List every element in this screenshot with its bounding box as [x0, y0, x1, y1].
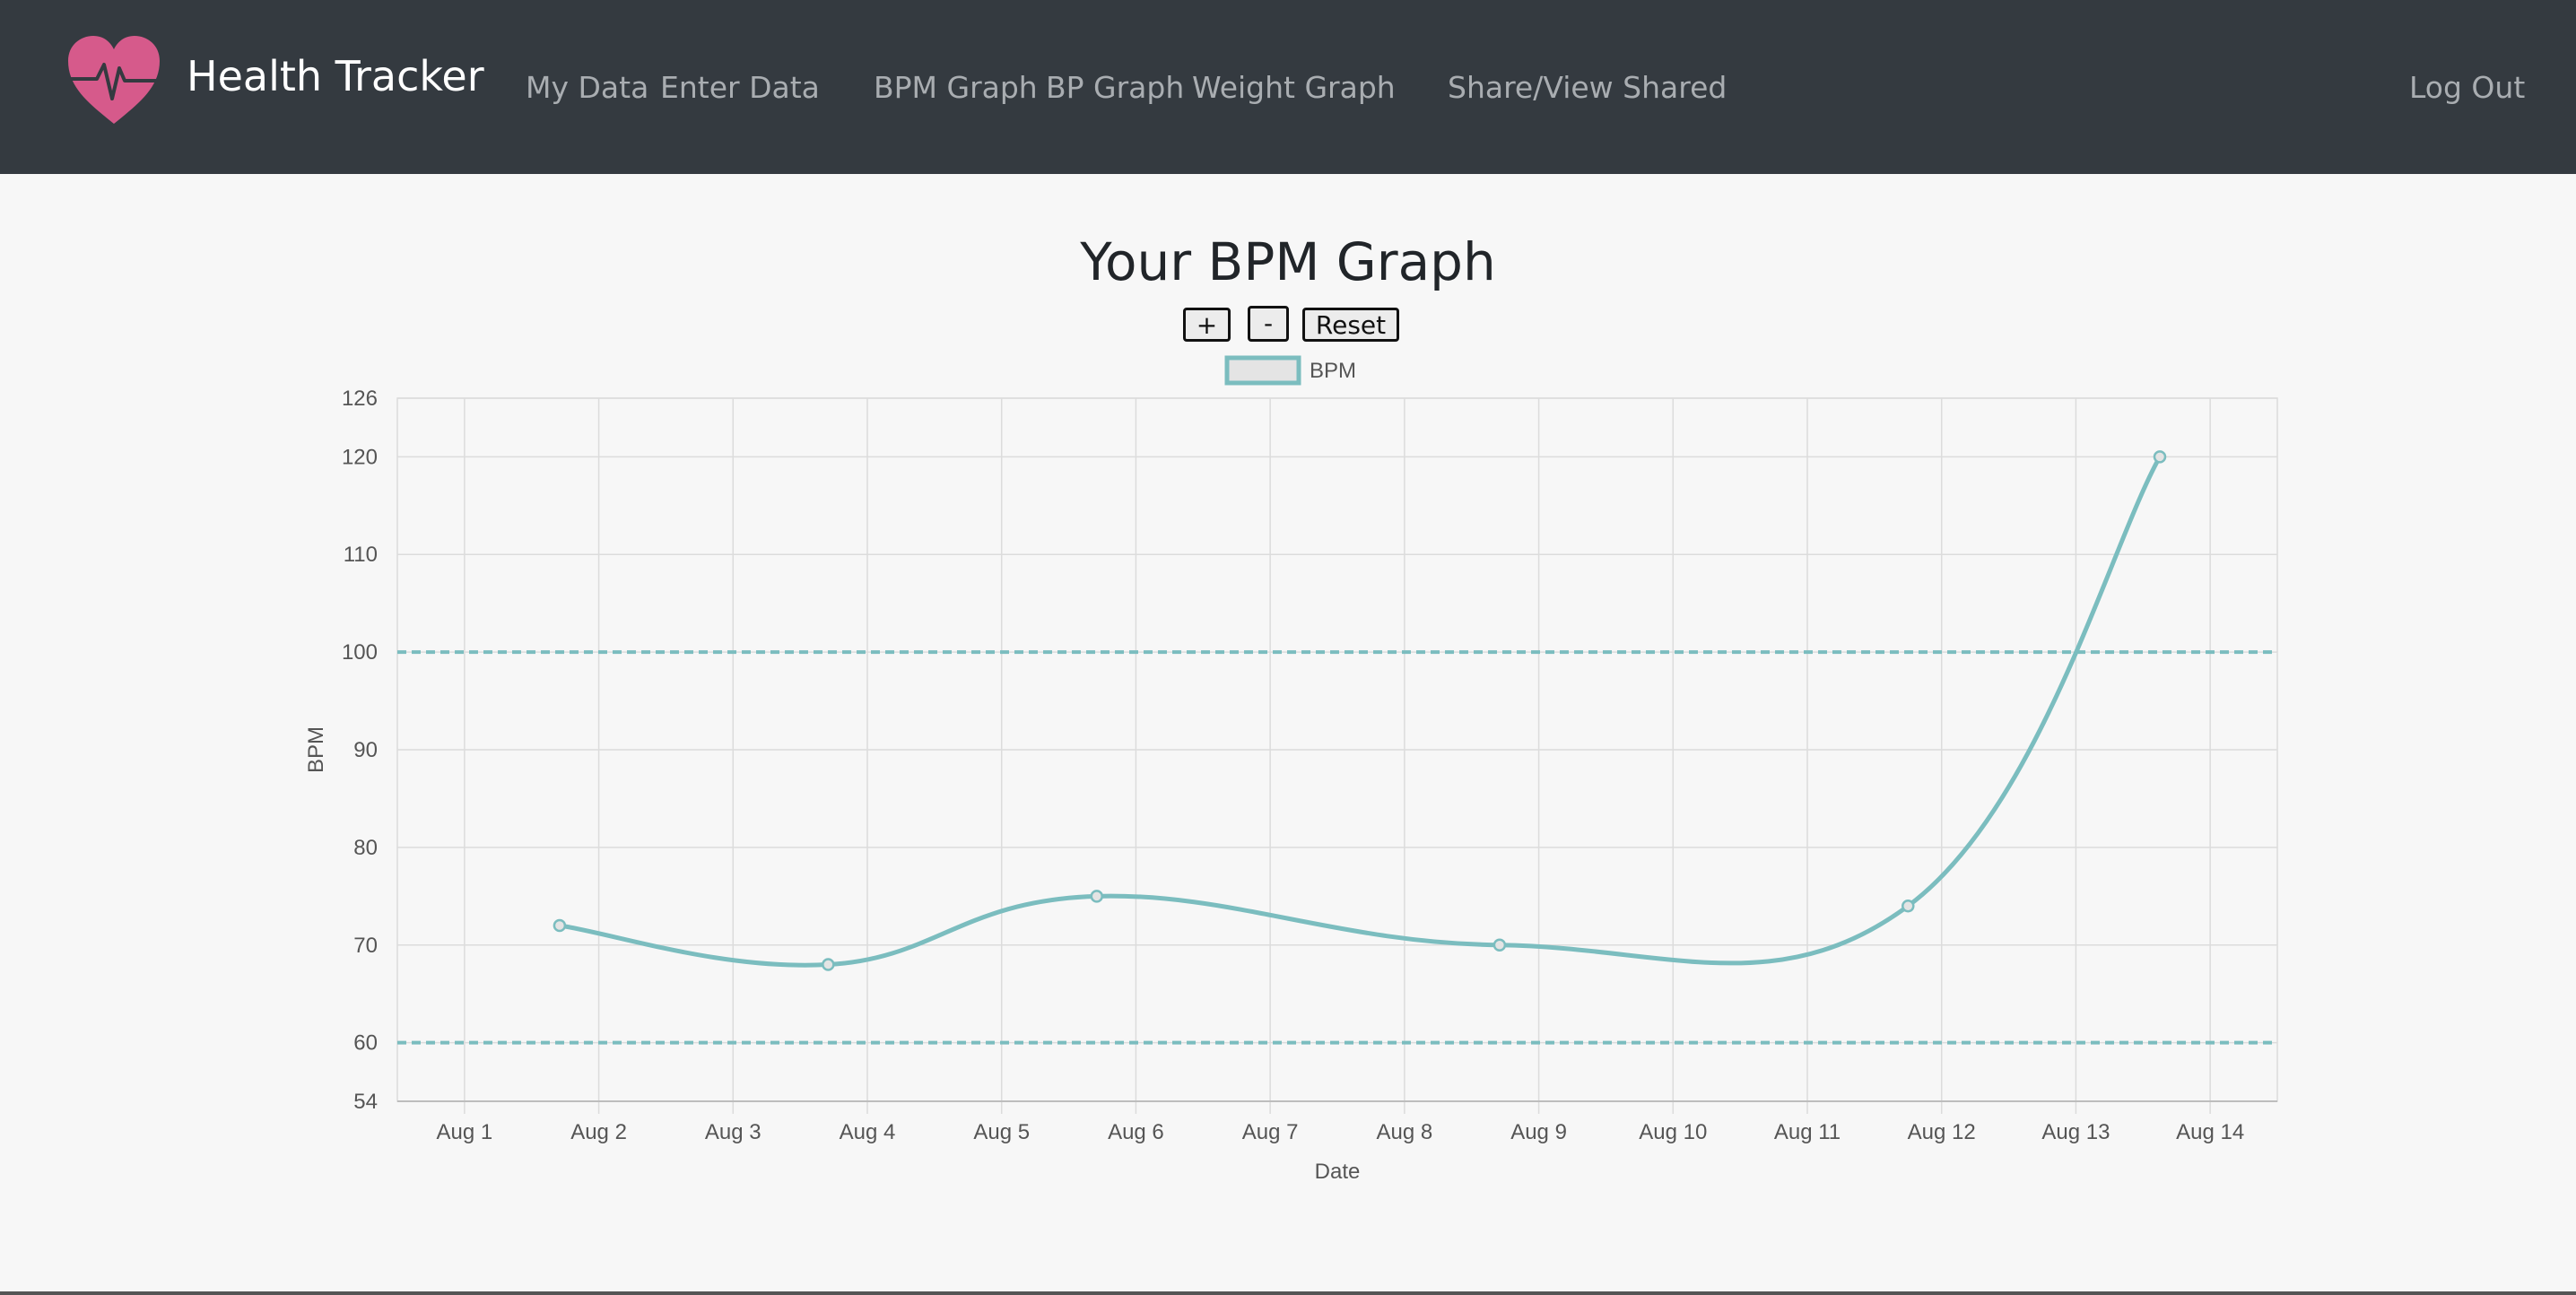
bpm-data-point: [1090, 890, 1104, 903]
y-tick-label: 110: [344, 543, 378, 567]
x-tick-label: Aug 8: [1376, 1120, 1432, 1144]
y-tick-label: 70: [353, 934, 378, 958]
legend-swatch-bpm: [1224, 355, 1301, 386]
bpm-series-line: [559, 456, 2163, 968]
x-tick-label: Aug 1: [436, 1120, 492, 1144]
bpm-data-point: [822, 958, 835, 971]
y-tick-label: 54: [353, 1090, 378, 1114]
x-tick-label: Aug 13: [2041, 1120, 2110, 1144]
bpm-data-point: [1493, 938, 1507, 952]
y-tick-label: 90: [353, 738, 378, 762]
y-tick-label: 80: [353, 836, 378, 860]
x-tick-label: Aug 12: [1908, 1120, 1976, 1144]
x-tick-label: Aug 9: [1510, 1120, 1567, 1144]
x-tick-label: Aug 7: [1242, 1120, 1299, 1144]
x-tick-label: Aug 5: [973, 1120, 1030, 1144]
y-tick-label: 120: [342, 445, 378, 469]
bpm-data-point: [2153, 450, 2167, 464]
x-tick-label: Aug 3: [705, 1120, 761, 1144]
y-tick-label: 60: [353, 1031, 378, 1056]
bpm-data-point: [553, 918, 567, 933]
x-tick-label: Aug 10: [1639, 1120, 1707, 1144]
y-axis-title: BPM: [304, 726, 328, 773]
bottom-border: [0, 1291, 2576, 1295]
x-tick-label: Aug 6: [1108, 1120, 1164, 1144]
x-axis-title: Date: [1315, 1160, 1361, 1184]
bpm-chart[interactable]: 54 60 70 80 90 100 110 120 126 Aug 1 Aug 2 Aug 3 Aug…: [0, 0, 2576, 1295]
x-tick-label: Aug 4: [840, 1120, 896, 1144]
bpm-data-point: [1902, 899, 1915, 913]
y-tick-label: 126: [342, 387, 378, 411]
legend-label-bpm: BPM: [1310, 359, 1356, 383]
x-tick-label: Aug 11: [1774, 1120, 1841, 1144]
y-tick-label: 100: [342, 640, 378, 665]
x-tick-label: Aug 14: [2176, 1120, 2244, 1144]
x-tick-label: Aug 2: [570, 1120, 627, 1144]
